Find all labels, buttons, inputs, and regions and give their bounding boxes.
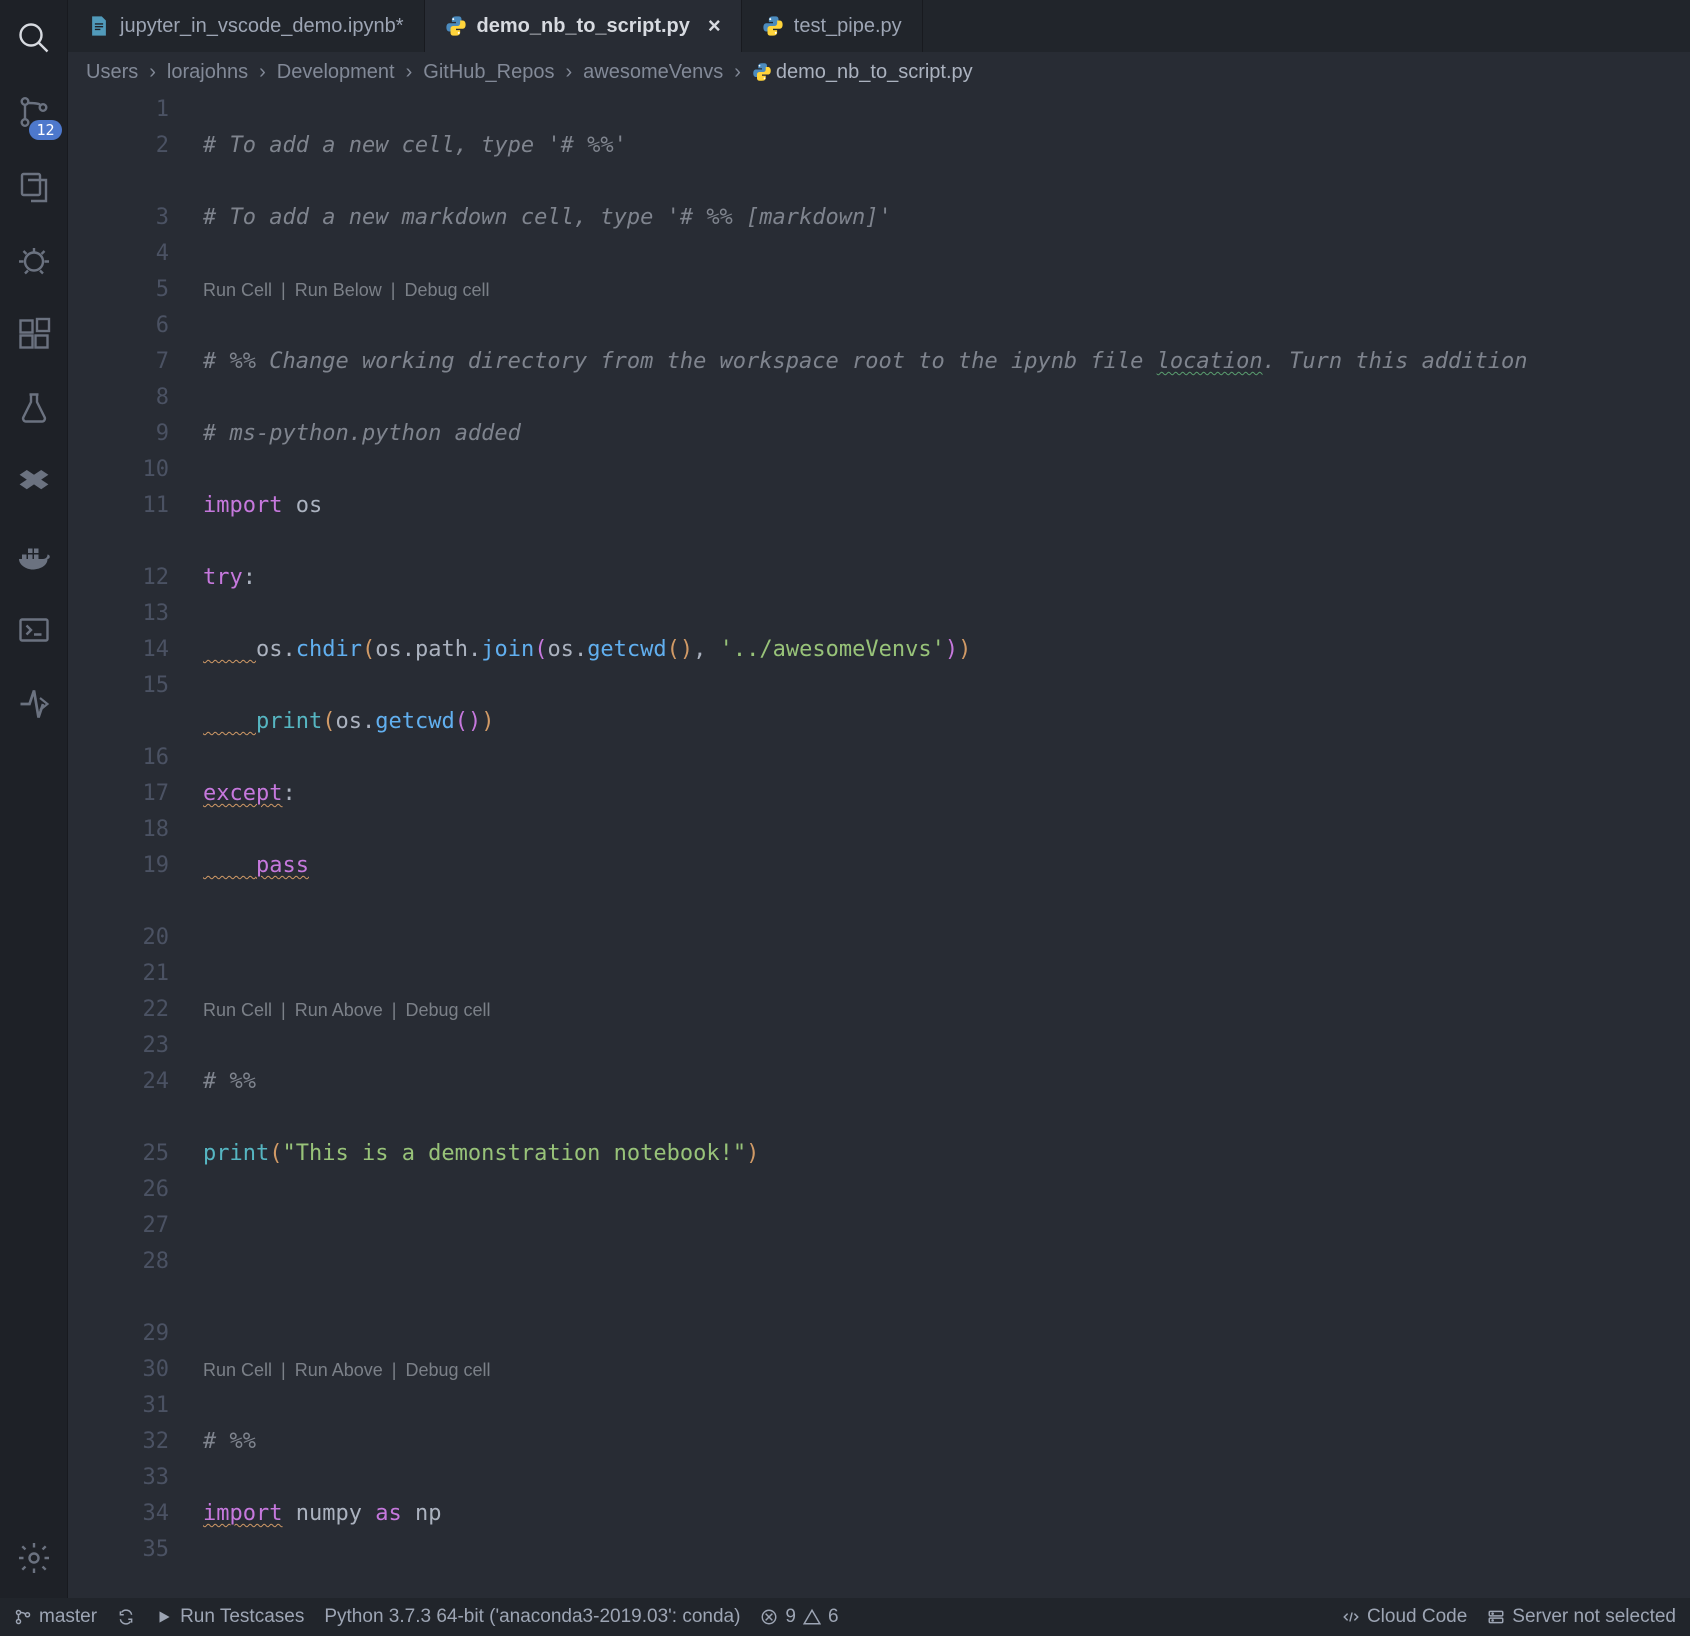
- source-control-badge: 12: [29, 120, 61, 140]
- cloud-code-label: Cloud Code: [1367, 1606, 1467, 1628]
- tab-bar: jupyter_in_vscode_demo.ipynb* demo_nb_to…: [68, 0, 1690, 52]
- chevron-right-icon: ›: [149, 61, 156, 84]
- chevron-right-icon: ›: [734, 61, 741, 84]
- code-lens[interactable]: Run Cell | Run Below | Debug cell: [203, 272, 1690, 308]
- close-icon[interactable]: ×: [708, 13, 721, 39]
- breadcrumb-item[interactable]: Development: [277, 61, 395, 84]
- breadcrumb-item[interactable]: Users: [86, 61, 138, 84]
- line-numbers: 1234567891011121314151617181920212223242…: [68, 92, 203, 1598]
- tab-test-pipe[interactable]: test_pipe.py: [742, 0, 923, 52]
- code-comment: # To add a new cell, type '# %%': [203, 133, 627, 158]
- test-icon[interactable]: [8, 382, 60, 434]
- gitlens-icon[interactable]: [8, 678, 60, 730]
- python-interpreter: Python 3.7.3 64-bit ('anaconda3-2019.03'…: [324, 1606, 740, 1628]
- status-server[interactable]: Server not selected: [1487, 1606, 1676, 1628]
- chevron-right-icon: ›: [565, 61, 572, 84]
- status-python[interactable]: Python 3.7.3 64-bit ('anaconda3-2019.03'…: [324, 1606, 740, 1628]
- tab-label: jupyter_in_vscode_demo.ipynb*: [120, 15, 404, 38]
- status-branch[interactable]: master: [14, 1606, 97, 1628]
- breadcrumb[interactable]: Users › lorajohns › Development › GitHub_Re…: [68, 52, 1690, 92]
- editor-main: jupyter_in_vscode_demo.ipynb* demo_nb_to…: [68, 0, 1690, 1598]
- chevron-right-icon: ›: [406, 61, 413, 84]
- extensions-icon[interactable]: [8, 308, 60, 360]
- notebook-icon: [88, 15, 110, 37]
- status-sync[interactable]: [117, 1608, 135, 1626]
- warning-count: 6: [828, 1606, 839, 1628]
- server-label: Server not selected: [1512, 1606, 1676, 1628]
- breadcrumb-file[interactable]: demo_nb_to_script.py: [776, 61, 973, 84]
- terminal-icon[interactable]: [8, 604, 60, 656]
- code-lens[interactable]: Run Cell | Run Above | Debug cell: [203, 992, 1690, 1028]
- tab-jupyter[interactable]: jupyter_in_vscode_demo.ipynb*: [68, 0, 425, 52]
- code-comment: # To add a new markdown cell, type '# %%…: [203, 205, 892, 230]
- tab-demo-script[interactable]: demo_nb_to_script.py ×: [425, 0, 742, 52]
- status-bar: master Run Testcases Python 3.7.3 64-bit…: [0, 1598, 1690, 1636]
- python-icon: [762, 15, 784, 37]
- status-run-testcases[interactable]: Run Testcases: [155, 1606, 304, 1628]
- chevron-right-icon: ›: [259, 61, 266, 84]
- code-lens[interactable]: Run Cell | Run Above | Debug cell: [203, 1352, 1690, 1388]
- source-control-icon[interactable]: 12: [8, 86, 60, 138]
- code-comment: # ms-python.python added: [203, 421, 521, 446]
- dropbox-icon[interactable]: [8, 456, 60, 508]
- tab-label: demo_nb_to_script.py: [477, 15, 690, 38]
- breadcrumb-item[interactable]: awesomeVenvs: [583, 61, 723, 84]
- tab-label: test_pipe.py: [794, 15, 902, 38]
- branch-name: master: [39, 1606, 97, 1628]
- python-icon: [752, 62, 772, 82]
- activity-bar: 12: [0, 0, 68, 1598]
- docker-icon[interactable]: [8, 530, 60, 582]
- settings-gear-icon[interactable]: [8, 1532, 60, 1584]
- status-cloud-code[interactable]: Cloud Code: [1342, 1606, 1467, 1628]
- run-label: Run Testcases: [180, 1606, 304, 1628]
- editor[interactable]: 1234567891011121314151617181920212223242…: [68, 92, 1690, 1598]
- breadcrumb-item[interactable]: GitHub_Repos: [423, 61, 554, 84]
- error-count: 9: [785, 1606, 796, 1628]
- python-icon: [445, 15, 467, 37]
- debug-icon[interactable]: [8, 234, 60, 286]
- breadcrumb-item[interactable]: lorajohns: [167, 61, 248, 84]
- code-content[interactable]: # To add a new cell, type '# %%' # To ad…: [203, 92, 1690, 1598]
- explorer-icon[interactable]: [8, 160, 60, 212]
- search-icon[interactable]: [8, 12, 60, 64]
- status-problems[interactable]: 9 6: [760, 1606, 838, 1628]
